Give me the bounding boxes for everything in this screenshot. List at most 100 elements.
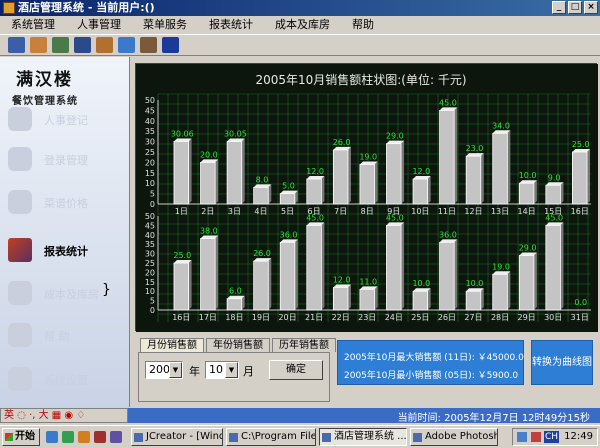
- plane-icon[interactable]: [118, 37, 135, 53]
- input-language[interactable]: CH: [544, 431, 560, 443]
- x-tick-label: 3日: [228, 207, 241, 216]
- bar-side: [533, 252, 537, 310]
- y-tick-label: 50: [145, 212, 155, 221]
- window-title: 酒店管理系统 - 当前用户:(): [18, 1, 155, 14]
- bar-side: [533, 180, 537, 204]
- bar-side: [560, 222, 564, 310]
- x-tick-label: 22日: [332, 313, 350, 322]
- data-label: 0.0: [574, 298, 587, 307]
- month-unit: 月: [243, 365, 254, 378]
- menu-cost-storage[interactable]: 成本及库房: [264, 16, 341, 34]
- x-tick-label: 21日: [305, 313, 323, 322]
- gear-icon[interactable]: [52, 37, 69, 53]
- menu-dishes[interactable]: 菜单服务: [132, 16, 198, 34]
- bar: [359, 288, 375, 311]
- x-tick-label: 1日: [175, 207, 188, 216]
- media-icon[interactable]: [78, 431, 90, 443]
- bar-top: [413, 176, 431, 180]
- bar-top: [173, 138, 192, 142]
- bar: [465, 155, 482, 205]
- y-tick-label: 10: [145, 287, 155, 296]
- sidebar-item-5[interactable]: 帮 助: [6, 317, 124, 353]
- data-label: 10.0: [466, 279, 484, 288]
- x-tick-label: 14日: [518, 207, 536, 216]
- menu-reports[interactable]: 报表统计: [198, 16, 264, 34]
- month-select[interactable]: 10 ▼: [205, 361, 239, 379]
- menu-bar: 系统管理 人事管理 菜单服务 报表统计 成本及库房 帮助: [0, 16, 600, 34]
- bar-top: [227, 138, 245, 142]
- pen-icon[interactable]: [140, 37, 157, 53]
- chevron-down-icon[interactable]: ▼: [225, 362, 238, 378]
- ie-icon[interactable]: [46, 431, 58, 443]
- year-select[interactable]: 2005 ▼: [145, 361, 183, 379]
- data-label: 38.0: [200, 227, 218, 236]
- users-icon[interactable]: [30, 37, 47, 53]
- menu-help[interactable]: 帮助: [341, 16, 385, 34]
- desktop-icon[interactable]: [62, 431, 74, 443]
- bar: [386, 224, 402, 311]
- x-tick-label: 11日: [438, 207, 456, 216]
- info-icon[interactable]: [162, 37, 179, 53]
- x-tick-label: 28日: [491, 313, 509, 322]
- tab-monthly-sales[interactable]: 月份销售额: [140, 338, 204, 352]
- taskbar-task[interactable]: JCreator - [Wind...: [131, 428, 223, 446]
- y-tick-label: 35: [145, 240, 155, 249]
- start-button[interactable]: 开始: [2, 428, 40, 446]
- bar: [306, 178, 322, 205]
- data-label: 12.0: [306, 167, 324, 176]
- taskbar-task[interactable]: 酒店管理系统 ...: [319, 428, 407, 446]
- minimize-button[interactable]: _: [552, 1, 566, 14]
- help-icon: [8, 323, 32, 347]
- data-label: 36.0: [439, 230, 457, 239]
- app-icon[interactable]: [110, 431, 122, 443]
- x-tick-label: 31日: [571, 313, 589, 322]
- report-icon[interactable]: [8, 37, 25, 53]
- bar-side: [454, 107, 458, 204]
- x-tick-label: 2日: [201, 207, 214, 216]
- sidebar-item-label: 登录管理: [44, 154, 88, 167]
- y-tick-label: 30: [145, 250, 155, 259]
- report-chart-icon: [8, 238, 32, 262]
- sidebar-item-6[interactable]: 系统设置: [6, 361, 124, 397]
- book-icon[interactable]: [74, 37, 91, 53]
- taskbar-task[interactable]: C:\Program Files...: [226, 428, 316, 446]
- window-controls: _ □ ×: [552, 1, 598, 14]
- year-unit: 年: [189, 365, 200, 378]
- menu-system[interactable]: 系统管理: [0, 16, 66, 34]
- sidebar-item-3[interactable]: 报表统计: [6, 232, 124, 268]
- sidebar-item-1[interactable]: 登录管理: [6, 141, 124, 177]
- bar: [545, 224, 561, 311]
- bar-top: [280, 239, 298, 243]
- sidebar-item-0[interactable]: 人事登记: [6, 101, 124, 137]
- network-icon[interactable]: [517, 432, 527, 442]
- bar-side: [215, 235, 219, 310]
- bar-side: [347, 284, 351, 310]
- security-icon[interactable]: [531, 432, 541, 442]
- settings-icon: [8, 367, 32, 391]
- bar-side: [480, 153, 484, 204]
- bar-side: [560, 182, 564, 204]
- bar-top: [492, 271, 511, 275]
- app-icon[interactable]: [94, 431, 106, 443]
- confirm-button[interactable]: 确定: [269, 360, 323, 380]
- taskbar-task[interactable]: Adobe Photoshop: [410, 428, 498, 446]
- data-label: 12.0: [412, 167, 430, 176]
- data-label: 26.0: [333, 138, 351, 147]
- data-label: 29.0: [386, 132, 404, 141]
- close-button[interactable]: ×: [584, 1, 598, 14]
- tab-historical-sales[interactable]: 历年销售额: [272, 338, 336, 352]
- maximize-button[interactable]: □: [568, 1, 582, 14]
- collapse-sidebar-icon[interactable]: }: [102, 282, 111, 298]
- x-tick-label: 29日: [518, 313, 536, 322]
- bar-top: [253, 184, 272, 188]
- data-label: 8.0: [256, 175, 269, 184]
- tab-yearly-sales[interactable]: 年份销售额: [206, 338, 270, 352]
- bar-side: [427, 288, 431, 310]
- ime-toolbar[interactable]: 英 ◌ ·, 大 ▦ ◉ ♢: [0, 408, 128, 423]
- switch-to-line-chart-button[interactable]: 转换为曲线图: [531, 340, 593, 385]
- sidebar-item-2[interactable]: 菜谱价格: [6, 184, 124, 220]
- chevron-down-icon[interactable]: ▼: [169, 362, 182, 378]
- menu-personnel[interactable]: 人事管理: [66, 16, 132, 34]
- bar-top: [200, 159, 219, 163]
- folder-icon[interactable]: [96, 37, 113, 53]
